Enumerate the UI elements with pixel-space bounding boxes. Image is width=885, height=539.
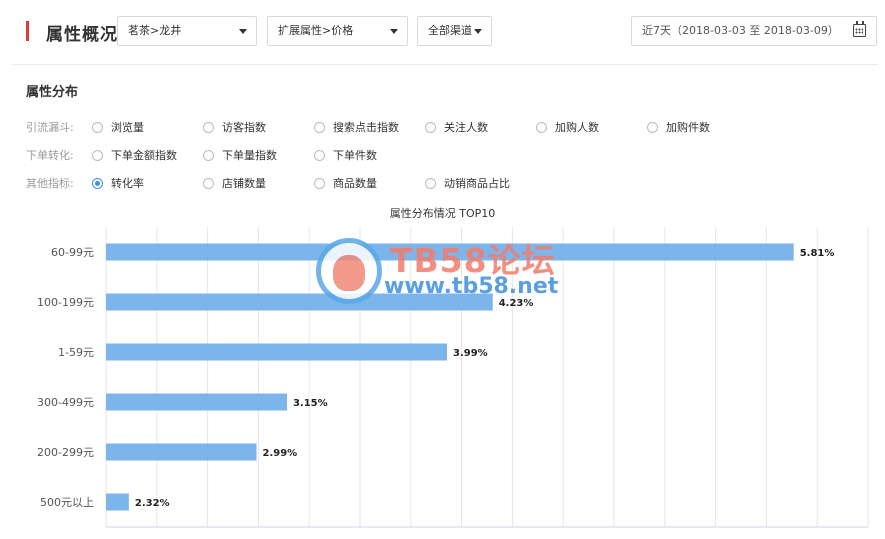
- metric-radio-option[interactable]: 动销商品占比: [425, 174, 510, 192]
- metric-radio-option[interactable]: 下单件数: [314, 146, 377, 164]
- chart-category-label: 1-59元: [58, 346, 94, 359]
- chart-data-label: 3.99%: [453, 348, 488, 359]
- title-accent-bar: [26, 21, 29, 41]
- metric-radio-label: 加购件数: [666, 121, 710, 134]
- radio-unchecked-icon[interactable]: [425, 177, 436, 189]
- chart-bar: [106, 293, 493, 311]
- radio-unchecked-icon[interactable]: [314, 177, 325, 189]
- radio-unchecked-icon[interactable]: [203, 149, 214, 161]
- chart-data-label: 2.99%: [262, 448, 297, 459]
- metric-radio-option[interactable]: 关注人数: [425, 118, 488, 136]
- metric-radio-label: 下单件数: [333, 149, 377, 162]
- channel-select-value: 全部渠道: [428, 24, 472, 37]
- date-range-value: 近7天（2018-03-03 至 2018-03-09）: [642, 24, 839, 37]
- metric-radio-label: 下单量指数: [222, 149, 277, 162]
- chart-category-label: 500元以上: [40, 496, 94, 509]
- chart-category-label: 300-499元: [37, 396, 94, 409]
- metric-radio-option[interactable]: 商品数量: [314, 174, 377, 192]
- chart-data-label: 3.15%: [293, 398, 328, 409]
- date-range-picker[interactable]: 近7天（2018-03-03 至 2018-03-09）: [631, 16, 877, 46]
- chart-data-label: 4.23%: [499, 298, 534, 309]
- metric-radio-label: 店铺数量: [222, 177, 266, 190]
- radio-unchecked-icon[interactable]: [92, 121, 103, 133]
- chart-category-label: 100-199元: [37, 296, 94, 309]
- metric-row-label: 下单转化:: [26, 149, 74, 162]
- section-title: 属性分布: [26, 85, 79, 100]
- chart-bar: [106, 393, 287, 411]
- chart-bar: [106, 493, 129, 511]
- channel-select[interactable]: 全部渠道: [417, 16, 492, 46]
- attribute-select[interactable]: 扩展属性>价格: [267, 16, 408, 46]
- metric-radio-option[interactable]: 搜索点击指数: [314, 118, 399, 136]
- chart-bar: [106, 243, 794, 261]
- metric-radio-option[interactable]: 加购件数: [647, 118, 710, 136]
- metric-radio-label: 加购人数: [555, 121, 599, 134]
- category-select[interactable]: 茗茶>龙井: [117, 16, 257, 46]
- metric-radio-option[interactable]: 加购人数: [536, 118, 599, 136]
- metric-radio-label: 商品数量: [333, 177, 377, 190]
- radio-unchecked-icon[interactable]: [536, 121, 547, 133]
- radio-unchecked-icon[interactable]: [92, 149, 103, 161]
- metric-row-label: 其他指标:: [26, 177, 74, 190]
- metric-radio-label: 浏览量: [111, 121, 144, 134]
- radio-unchecked-icon[interactable]: [647, 121, 658, 133]
- metric-radio-option[interactable]: 下单量指数: [203, 146, 277, 164]
- metric-radio-option[interactable]: 店铺数量: [203, 174, 266, 192]
- chart-data-label: 2.32%: [135, 498, 170, 509]
- radio-unchecked-icon[interactable]: [203, 177, 214, 189]
- header-bar: 属性概况 茗茶>龙井 扩展属性>价格 全部渠道 近7天（2018-03-03 至…: [0, 0, 885, 64]
- metric-radio-label: 关注人数: [444, 121, 488, 134]
- chart-bar: [106, 443, 257, 461]
- radio-checked-icon[interactable]: [92, 177, 103, 189]
- metric-radio-label: 转化率: [111, 177, 144, 190]
- chart-data-label: 5.81%: [800, 248, 835, 259]
- chart-title: 属性分布情况 TOP10: [389, 207, 496, 220]
- metric-radio-option[interactable]: 转化率: [92, 174, 144, 192]
- chevron-down-icon: [474, 29, 482, 34]
- metric-radio-option[interactable]: 访客指数: [203, 118, 266, 136]
- metric-row-label: 引流漏斗:: [26, 121, 74, 134]
- metric-radio-label: 下单金额指数: [111, 149, 177, 162]
- chevron-down-icon: [390, 29, 398, 34]
- header-divider: [12, 64, 878, 65]
- metric-radio-option[interactable]: 浏览量: [92, 118, 144, 136]
- chart-category-label: 200-299元: [37, 446, 94, 459]
- page-title: 属性概况: [46, 25, 118, 45]
- metric-radio-label: 搜索点击指数: [333, 121, 399, 134]
- chart-category-label: 60-99元: [51, 246, 94, 259]
- bar-chart: 60-99元 5.81% 100-199元 4.23% 1-59元 3.99% 300-49…: [37, 227, 869, 528]
- metric-radio-label: 访客指数: [222, 121, 266, 134]
- chart-bar: [106, 343, 447, 361]
- chevron-down-icon: [239, 29, 247, 34]
- calendar-icon[interactable]: [853, 21, 866, 37]
- metric-radio-option[interactable]: 下单金额指数: [92, 146, 177, 164]
- radio-unchecked-icon[interactable]: [314, 121, 325, 133]
- category-select-value: 茗茶>龙井: [128, 24, 182, 37]
- radio-unchecked-icon[interactable]: [425, 121, 436, 133]
- metric-radio-label: 动销商品占比: [444, 177, 510, 190]
- radio-unchecked-icon[interactable]: [203, 121, 214, 133]
- radio-unchecked-icon[interactable]: [314, 149, 325, 161]
- attribute-select-value: 扩展属性>价格: [278, 24, 354, 37]
